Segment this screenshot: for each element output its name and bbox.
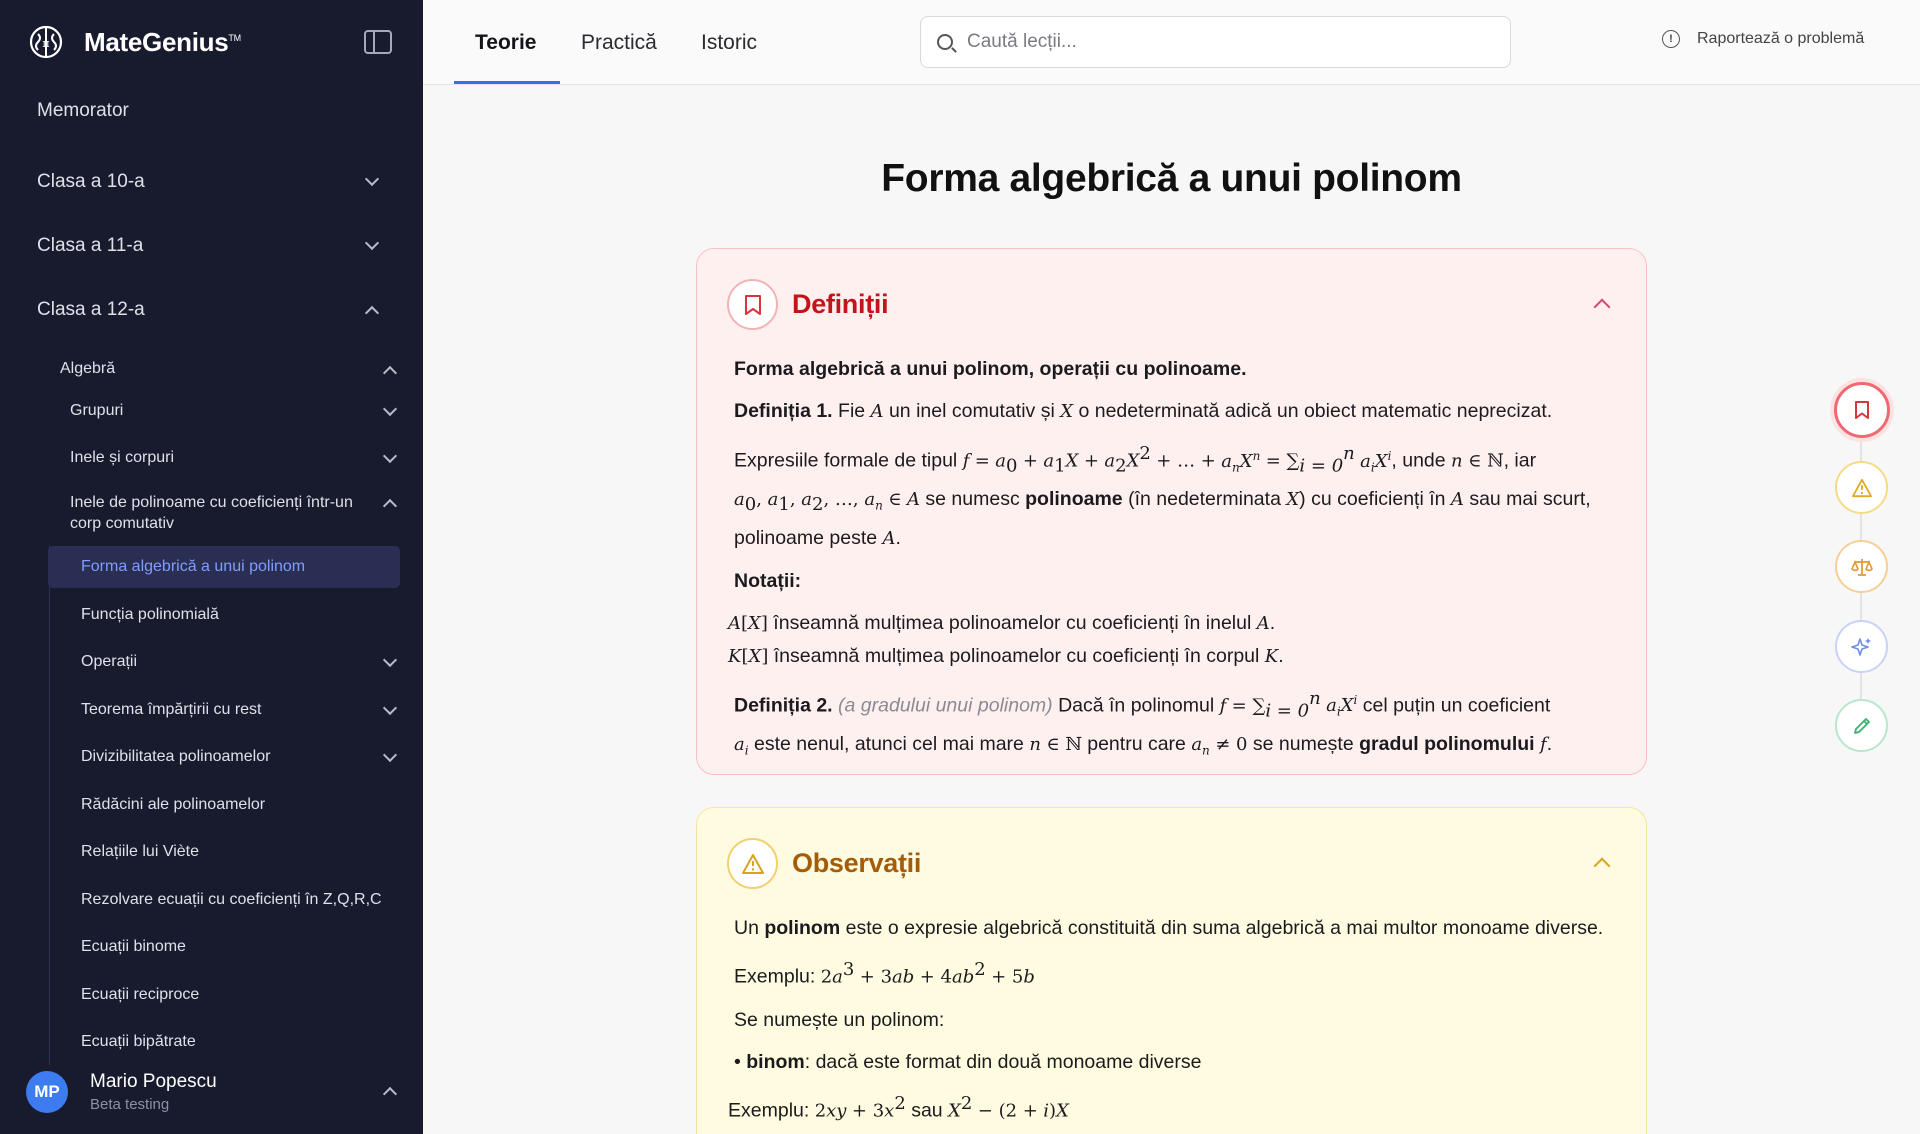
- rail-sparkle-button[interactable]: [1835, 620, 1888, 673]
- sidebar: π MateGeniusTM Memorator Clasa a 10-a Cl…: [0, 0, 423, 1134]
- warning-icon: [1851, 478, 1872, 497]
- scale-icon: [1850, 558, 1873, 576]
- search-input[interactable]: [967, 31, 1467, 53]
- sidebar-lesson-radacini[interactable]: Rădăcini ale polinoamelor: [0, 790, 423, 820]
- search-box[interactable]: [920, 16, 1511, 68]
- sidebar-collapse-icon[interactable]: [364, 30, 392, 54]
- chevron-up-icon: [364, 305, 380, 321]
- report-problem-label: Raportează o problemă: [1697, 30, 1865, 47]
- brand-name: MateGeniusTM: [84, 26, 241, 57]
- sidebar-lesson-teorema-impartirii[interactable]: Teorema împărțirii cu rest: [0, 695, 423, 725]
- brain-logo-icon: π: [29, 25, 63, 59]
- brand[interactable]: π MateGeniusTM: [28, 22, 241, 62]
- sidebar-item-clasa-11[interactable]: Clasa a 11-a: [0, 228, 423, 264]
- sparkle-icon: [1850, 637, 1871, 656]
- rail-pencil-button[interactable]: [1835, 699, 1888, 752]
- avatar: MP: [26, 1071, 68, 1113]
- sidebar-item-inele-corpuri[interactable]: Inele și corpuri: [0, 443, 423, 473]
- user-name: Mario Popescu: [90, 1071, 217, 1092]
- chevron-down-icon: [382, 448, 398, 464]
- rail-warning-button[interactable]: [1835, 461, 1888, 514]
- sidebar-lesson-ecuatii-bipatrate[interactable]: Ecuații bipătrate: [0, 1027, 423, 1057]
- user-role: Beta testing: [90, 1096, 170, 1113]
- warning-icon: [727, 838, 778, 889]
- page-title: Forma algebrică a unui polinom: [881, 157, 1462, 200]
- sidebar-item-clasa-10[interactable]: Clasa a 10-a: [0, 164, 423, 200]
- chevron-up-icon[interactable]: [1593, 298, 1611, 316]
- bookmark-icon: [727, 279, 778, 330]
- observations-header[interactable]: Observații: [727, 838, 921, 889]
- chevron-up-icon: [382, 1086, 398, 1102]
- rail-bookmark-button[interactable]: [1834, 382, 1890, 438]
- sidebar-lesson-forma-algebrica[interactable]: Forma algebrică a unui polinom: [0, 552, 423, 582]
- sidebar-lesson-divizibilitatea[interactable]: Divizibilitatea polinoamelor: [0, 742, 423, 772]
- definitions-title: Definiții: [792, 289, 889, 319]
- chevron-up-icon: [382, 498, 398, 514]
- svg-text:π: π: [42, 37, 49, 50]
- definitions-body: Forma algebrică a unui polinom, operații…: [728, 358, 1591, 758]
- pencil-icon: [1853, 717, 1870, 734]
- user-profile[interactable]: MP Mario Popescu Beta testing: [26, 1071, 406, 1113]
- tab-practica[interactable]: Practică: [581, 0, 657, 85]
- sidebar-lesson-operatii[interactable]: Operații: [0, 647, 423, 677]
- active-tab-indicator: [454, 81, 560, 84]
- bookmark-icon: [1855, 401, 1869, 419]
- observations-card: Observații Un polinom este o expresie al…: [696, 807, 1647, 1134]
- sidebar-lesson-ecuatii-reciproce[interactable]: Ecuații reciproce: [0, 980, 423, 1010]
- definitions-card: Definiții Forma algebrică a unui polinom…: [696, 248, 1647, 775]
- chevron-down-icon: [364, 171, 380, 187]
- top-bar: Teorie Practică Istoric ! Raportează o p…: [423, 0, 1920, 85]
- observations-title: Observații: [792, 848, 922, 878]
- sidebar-lesson-rezolvare-ecuatii[interactable]: Rezolvare ecuații cu coeficienți în Z,Q,…: [0, 885, 423, 915]
- sidebar-item-inele-polinoame[interactable]: Inele de polinoame cu coeficienți într-u…: [0, 492, 423, 538]
- sidebar-item-memorator[interactable]: Memorator: [0, 93, 423, 129]
- chevron-up-icon[interactable]: [1593, 857, 1611, 875]
- chevron-down-icon: [364, 235, 380, 251]
- sidebar-lesson-ecuatii-binome[interactable]: Ecuații binome: [0, 932, 423, 962]
- tab-teorie[interactable]: Teorie: [475, 0, 536, 85]
- chevron-down-icon: [382, 700, 398, 716]
- sidebar-item-algebra[interactable]: Algebră: [0, 354, 423, 384]
- info-icon: !: [1662, 30, 1680, 48]
- chevron-down-icon: [382, 401, 398, 417]
- search-icon: [937, 34, 953, 50]
- chevron-down-icon: [382, 747, 398, 763]
- sidebar-item-grupuri[interactable]: Grupuri: [0, 396, 423, 426]
- sidebar-item-clasa-12[interactable]: Clasa a 12-a: [0, 292, 423, 328]
- rail-scale-button[interactable]: [1835, 540, 1888, 593]
- chevron-down-icon: [382, 652, 398, 668]
- tab-istoric[interactable]: Istoric: [701, 0, 757, 85]
- sidebar-lesson-functia-polinomiala[interactable]: Funcția polinomială: [0, 600, 423, 630]
- chevron-up-icon: [382, 365, 398, 381]
- observations-body: Un polinom este o expresie algebrică con…: [728, 917, 1604, 1121]
- sidebar-lesson-relatiile-viete[interactable]: Relațiile lui Viète: [0, 837, 423, 867]
- report-problem-button[interactable]: ! Raportează o problemă: [1662, 30, 1864, 48]
- definitions-header[interactable]: Definiții: [727, 279, 889, 330]
